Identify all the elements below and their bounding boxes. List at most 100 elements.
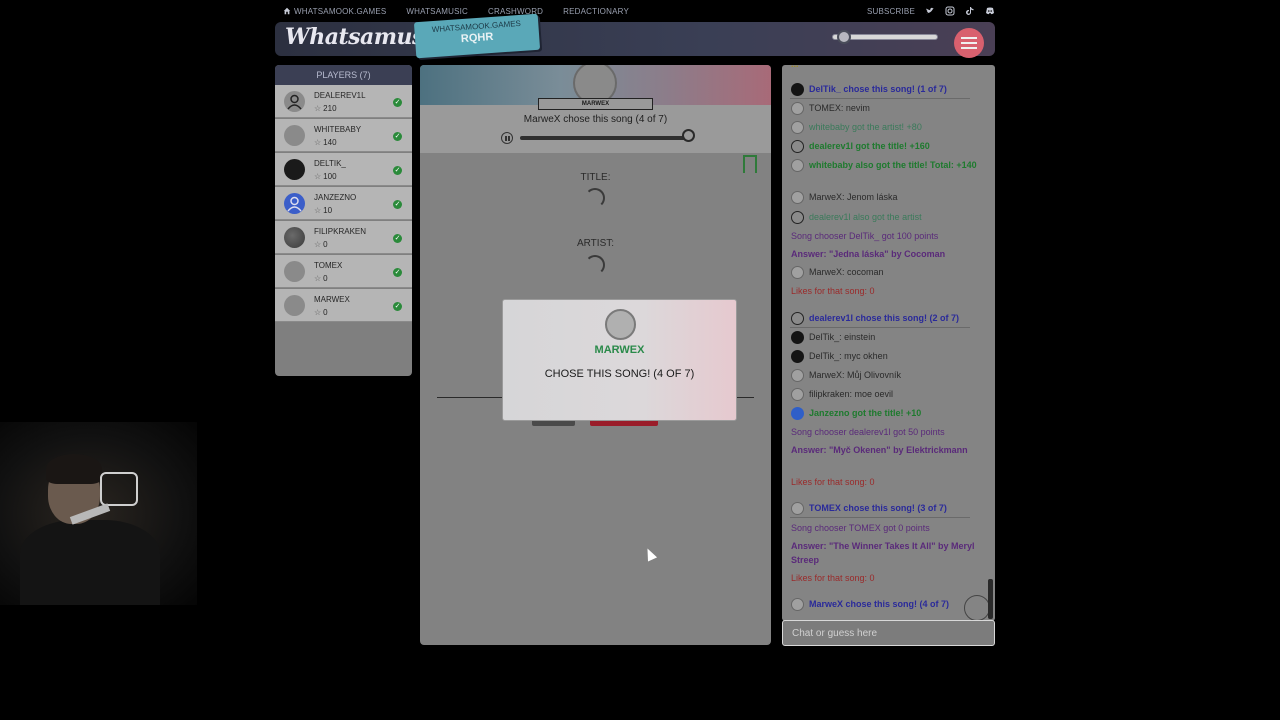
players-title: PLAYERS (7)	[275, 65, 412, 85]
nav-link-redactionary[interactable]: REDACTIONARY	[563, 7, 629, 16]
check-icon: ✓	[393, 132, 402, 141]
chooser-ribbon: MARWEX	[538, 98, 653, 110]
player-name: DEALEREV1L	[314, 91, 366, 100]
menu-button[interactable]	[954, 28, 984, 58]
chat-message: dealerev1l chose this song! (2 of 7)	[791, 311, 981, 326]
divider	[790, 517, 970, 518]
player-score: ☆ 140	[314, 138, 337, 147]
modal-player-name: MARWEX	[594, 344, 645, 356]
avatar	[284, 227, 305, 248]
player-row[interactable]: WHITEBABY ☆ 140 ✓	[275, 119, 412, 152]
chat-message: TOMEX chose this song! (3 of 7)	[791, 501, 981, 516]
player-row[interactable]: DELTIK_ ☆ 100 ✓	[275, 153, 412, 186]
player-score: ☆ 10	[314, 206, 333, 215]
player-score: ☆ 0	[314, 308, 328, 317]
player-name: TOMEX	[314, 261, 343, 270]
pause-icon[interactable]	[501, 132, 513, 144]
player-row[interactable]: MARWEX ☆ 0 ✓	[275, 289, 412, 322]
player-name: DELTIK_	[314, 159, 346, 168]
headset	[100, 472, 138, 506]
check-icon: ✓	[393, 166, 402, 175]
avatar	[791, 331, 804, 345]
chat-message: Likes for that song: 0	[791, 477, 875, 487]
star-icon: ☆	[314, 206, 322, 215]
avatar	[791, 388, 804, 402]
avatar	[284, 295, 305, 316]
star-icon: ☆	[314, 308, 322, 317]
game-header: Whatsamusic WHATSAMOOK.GAMES RQHR	[275, 13, 995, 59]
avatar	[791, 369, 804, 383]
title-loading-spinner	[585, 188, 605, 208]
chat-message: MarweX: cocoman	[791, 265, 981, 280]
avatar	[605, 309, 636, 340]
scroll-down-button[interactable]	[964, 595, 990, 621]
nav-link-whatsamook[interactable]: WHATSAMOOK.GAMES	[275, 7, 386, 16]
avatar	[791, 502, 804, 516]
avatar	[284, 125, 305, 146]
avatar	[791, 140, 804, 154]
chat-panel[interactable]: ... DelTik_ chose this song! (1 of 7) TO…	[782, 65, 995, 621]
chat-message: Janzezno got the title! +10	[791, 406, 981, 421]
player-row[interactable]: TOMEX ☆ 0 ✓	[275, 255, 412, 288]
twitter-icon[interactable]	[925, 6, 935, 16]
volume-slider[interactable]	[832, 30, 938, 44]
check-icon: ✓	[393, 98, 402, 107]
player-row[interactable]: FILIPKRAKEN ☆ 0 ✓	[275, 221, 412, 254]
avatar	[791, 191, 804, 205]
webcam-overlay	[0, 422, 197, 605]
chat-message: MarweX: Jenom láska	[791, 190, 981, 205]
avatar	[791, 407, 804, 421]
nav-link-whatsamusic[interactable]: WHATSAMUSIC	[406, 7, 468, 16]
avatar	[284, 91, 305, 112]
room-code-badge[interactable]: WHATSAMOOK.GAMES RQHR	[413, 13, 541, 59]
check-icon: ✓	[393, 234, 402, 243]
player-score: ☆ 100	[314, 172, 337, 181]
avatar	[791, 83, 804, 97]
chat-message: Answer: "Myč Okenen" by Elektrickmann	[791, 445, 968, 455]
song-progress-bar	[520, 136, 685, 140]
player-score: ☆ 0	[314, 274, 328, 283]
check-icon: ✓	[393, 302, 402, 311]
chat-message: ...	[791, 65, 981, 71]
check-icon: ✓	[393, 268, 402, 277]
avatar	[791, 102, 804, 116]
avatar	[791, 350, 804, 364]
star-icon: ☆	[314, 240, 322, 249]
bookmark-icon[interactable]	[743, 155, 757, 173]
artist-loading-spinner	[585, 255, 605, 275]
divider	[790, 327, 970, 328]
webcam-body	[20, 520, 160, 605]
discord-icon[interactable]	[985, 6, 995, 16]
player-row[interactable]: JANZEZNO ☆ 10 ✓	[275, 187, 412, 220]
chat-message: Likes for that song: 0	[791, 286, 875, 296]
chat-message: dealerev1l got the title! +160	[791, 139, 981, 154]
chat-message: whitebaby also got the title! Total: +14…	[791, 158, 981, 173]
chat-message: Song chooser dealerev1l got 50 points	[791, 427, 945, 437]
player-row[interactable]: DEALEREV1L ☆ 210 ✓	[275, 85, 412, 118]
star-icon: ☆	[314, 172, 322, 181]
timer-icon	[682, 129, 695, 142]
avatar	[284, 193, 305, 214]
nav-link-label: WHATSAMOOK.GAMES	[294, 6, 387, 16]
player-score: ☆ 210	[314, 104, 337, 113]
volume-knob[interactable]	[837, 30, 851, 44]
players-panel: PLAYERS (7) DEALEREV1L ☆ 210 ✓ WHITEBABY …	[275, 65, 412, 376]
star-icon: ☆	[314, 274, 322, 283]
chat-scrollbar[interactable]	[988, 67, 993, 619]
chat-message: DelTik_: myc okhen	[791, 349, 981, 364]
tiktok-icon[interactable]	[965, 6, 975, 16]
scrollbar-thumb[interactable]	[988, 579, 993, 619]
star-icon: ☆	[314, 104, 322, 113]
chat-input[interactable]	[782, 620, 995, 646]
player-name: FILIPKRAKEN	[314, 227, 367, 236]
chose-status-text: MarweX chose this song (4 of 7)	[523, 114, 668, 125]
instagram-icon[interactable]	[945, 6, 955, 16]
subscribe-link[interactable]: SUBSCRIBE	[867, 7, 915, 16]
player-name: MARWEX	[314, 295, 350, 304]
star-icon: ☆	[314, 138, 322, 147]
modal-message: CHOSE THIS SONG! (4 OF 7)	[544, 368, 695, 380]
chat-message: MarweX chose this song! (4 of 7)	[791, 597, 981, 612]
chat-message: Song chooser DelTik_ got 100 points	[791, 231, 939, 241]
chat-message: Answer: "Jedna láska" by Cocoman	[791, 249, 946, 259]
artist-label: ARTIST:	[576, 238, 615, 249]
